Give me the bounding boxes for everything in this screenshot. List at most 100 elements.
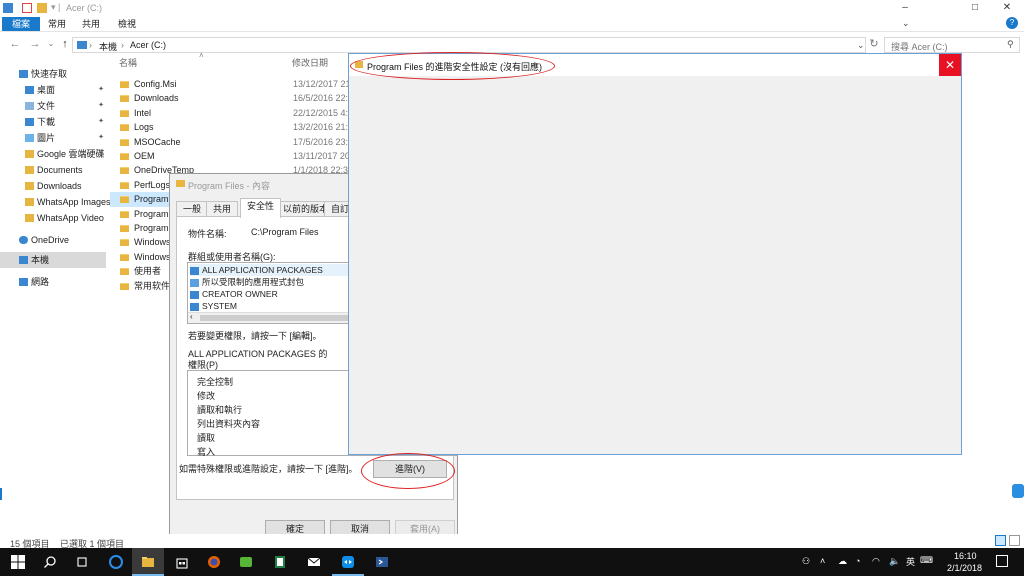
search-taskbar-button[interactable]	[34, 548, 66, 576]
nav-downloads-folder[interactable]: Downloads	[0, 178, 106, 194]
object-name-label: 物件名稱:	[188, 229, 227, 239]
start-button[interactable]	[2, 548, 34, 576]
list-item[interactable]: 所以受限制的應用程式封包	[190, 276, 304, 288]
quick-access-dropdown-icon[interactable]: ▾ |	[51, 2, 60, 13]
help-icon[interactable]: ?	[1006, 17, 1018, 29]
address-bar[interactable]: › 本機 › Acer (C:) ⌄	[72, 37, 866, 53]
nav-network[interactable]: 網路	[0, 274, 106, 290]
pin-icon[interactable]: ✦	[98, 82, 104, 98]
taskbar-edge[interactable]	[100, 548, 132, 576]
column-name-header[interactable]: 名稱	[119, 56, 137, 70]
taskbar-powershell[interactable]	[366, 548, 398, 576]
pin-icon[interactable]: ✦	[98, 146, 104, 162]
people-icon[interactable]: ⚇	[802, 556, 810, 567]
pin-icon[interactable]: ✦	[98, 114, 104, 130]
ribbon-expand-icon[interactable]: ⌄	[902, 18, 910, 29]
file-row[interactable]: Intel 22/12/2015 4:2	[110, 106, 353, 120]
scroll-left-icon[interactable]: ‹	[190, 312, 193, 321]
media-app-icon	[240, 557, 252, 567]
tab-general[interactable]: 一般	[176, 201, 209, 217]
volume-icon[interactable]: 🔈	[889, 556, 900, 567]
breadcrumb-chevron-icon[interactable]: ›	[121, 40, 124, 50]
nav-documents-folder[interactable]: Documents	[0, 162, 106, 178]
file-name: Logs	[134, 122, 154, 133]
explorer-title-bar: ▾ | Acer (C:) – □ ✕	[0, 0, 1024, 16]
wifi-icon[interactable]: ◠	[872, 556, 880, 567]
nav-downloads[interactable]: 下載 ✦	[0, 114, 106, 130]
tab-security[interactable]: 安全性	[240, 198, 282, 218]
minimize-icon[interactable]: –	[890, 0, 920, 16]
task-view-button[interactable]	[66, 548, 98, 576]
nav-label: Google 雲端硬碟	[37, 149, 105, 159]
ime-indicator[interactable]: 英	[906, 555, 915, 568]
permission-read-execute: 讀取和執行	[197, 405, 243, 415]
tab-home[interactable]: 常用	[38, 17, 76, 31]
taskbar-spreadsheet-app[interactable]	[264, 548, 296, 576]
action-center-icon[interactable]	[996, 555, 1008, 567]
tab-file[interactable]: 檔案	[2, 17, 41, 31]
nav-documents[interactable]: 文件 ✦	[0, 98, 106, 114]
permission-write: 寫入	[197, 447, 216, 457]
close-icon[interactable]: ✕	[992, 0, 1022, 16]
permission-list-folder: 列出資料夾內容	[197, 419, 261, 429]
nav-pictures[interactable]: 圖片 ✦	[0, 130, 106, 146]
breadcrumb-drive[interactable]: Acer (C:)	[130, 40, 166, 50]
folder-icon	[25, 166, 34, 174]
nav-this-pc[interactable]: 本機	[0, 252, 106, 268]
nav-google-drive[interactable]: Google 雲端硬碟 ✦	[0, 146, 106, 162]
pin-icon[interactable]: ✦	[98, 98, 104, 114]
refresh-icon[interactable]: ↻	[867, 37, 881, 51]
keyboard-icon[interactable]: ⌨	[920, 555, 933, 566]
taskbar-firefox[interactable]	[198, 548, 230, 576]
file-row[interactable]: Downloads 16/5/2016 22:	[110, 91, 350, 105]
network-tray-icon[interactable]: ◔	[855, 556, 860, 566]
file-name: PerfLogs	[134, 179, 171, 190]
file-row[interactable]: Logs 13/2/2016 21:2	[110, 120, 353, 134]
file-name: Intel	[134, 107, 152, 118]
close-icon[interactable]: ✕	[939, 54, 961, 76]
onedrive-tray-icon[interactable]: ☁	[838, 556, 847, 567]
nav-whatsapp-video[interactable]: WhatsApp Video	[0, 210, 106, 226]
address-dropdown-icon[interactable]: ⌄	[857, 40, 865, 51]
tab-share[interactable]: 共用	[72, 17, 110, 31]
group-name: CREATOR OWNER	[202, 289, 278, 299]
maximize-icon[interactable]: □	[960, 0, 990, 16]
large-icons-view-icon[interactable]	[1009, 535, 1020, 546]
column-date-header[interactable]: 修改日期	[292, 56, 328, 70]
teamviewer-edge-icon[interactable]	[1012, 484, 1024, 498]
folder-icon	[120, 109, 129, 117]
nav-desktop[interactable]: 桌面 ✦	[0, 82, 106, 98]
nav-onedrive[interactable]: OneDrive	[0, 232, 106, 248]
breadcrumb-chevron-icon[interactable]: ›	[89, 40, 92, 50]
clock-time[interactable]: 16:10	[954, 551, 977, 561]
back-arrow-icon[interactable]: ←	[8, 37, 22, 51]
folder-icon	[120, 138, 129, 146]
advanced-button[interactable]: 進階(V)	[373, 460, 447, 478]
taskbar-mail[interactable]	[298, 548, 330, 576]
taskbar-file-explorer[interactable]	[132, 548, 164, 576]
taskbar-green-app[interactable]	[230, 548, 262, 576]
up-arrow-icon[interactable]: ↑	[58, 37, 72, 51]
forward-arrow-icon[interactable]: →	[28, 37, 42, 51]
properties-quick-icon[interactable]	[22, 3, 32, 13]
file-row[interactable]: MSOCache 17/5/2016 23:	[110, 135, 350, 149]
list-item[interactable]: SYSTEM	[190, 300, 237, 312]
clock-date[interactable]: 2/1/2018	[947, 563, 982, 573]
breadcrumb-this-pc[interactable]: 本機	[99, 40, 117, 53]
new-folder-quick-icon[interactable]	[37, 3, 47, 13]
search-input[interactable]: 搜尋 Acer (C:) ⚲	[884, 37, 1020, 53]
nav-quick-access[interactable]: 快速存取	[0, 66, 106, 82]
file-row[interactable]: OEM 13/11/2017 20	[110, 149, 350, 163]
taskbar-store[interactable]	[166, 548, 198, 576]
tab-view[interactable]: 檢視	[108, 17, 146, 31]
recent-dropdown-icon[interactable]: ⌄	[44, 37, 58, 51]
show-hidden-icons-icon[interactable]: ˄	[820, 556, 825, 566]
search-icon[interactable]: ⚲	[1007, 39, 1014, 50]
pin-icon[interactable]: ✦	[98, 130, 104, 146]
file-row[interactable]: Config.Msi 13/12/2017 21	[110, 77, 351, 91]
tab-sharing[interactable]: 共用	[206, 201, 239, 217]
list-item[interactable]: CREATOR OWNER	[190, 288, 278, 300]
taskbar-teamviewer[interactable]	[332, 548, 364, 576]
details-view-icon[interactable]	[995, 535, 1006, 546]
nav-whatsapp-images[interactable]: WhatsApp Images	[0, 194, 111, 210]
